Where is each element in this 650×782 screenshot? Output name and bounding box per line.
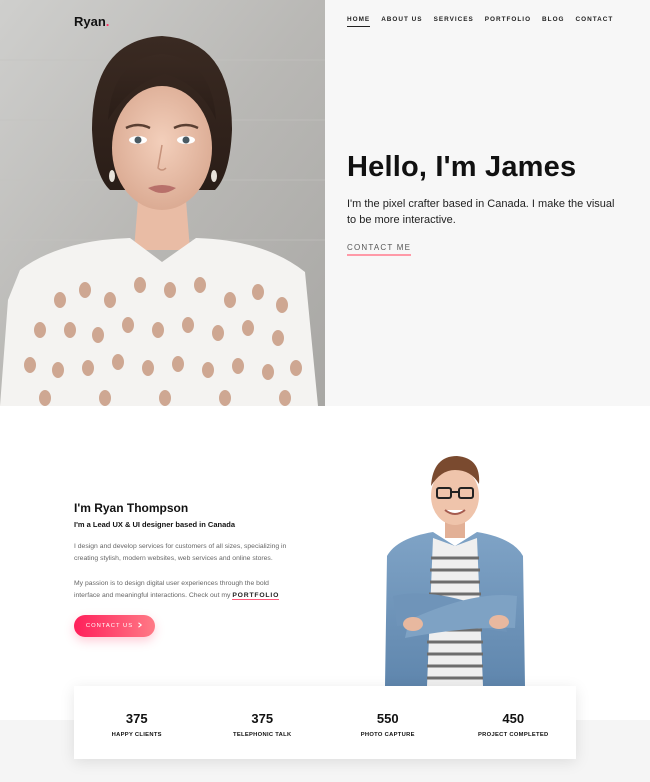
- nav-item-portfolio[interactable]: Portfolio: [485, 16, 531, 27]
- about-paragraph-1: I design and develop services for custom…: [74, 543, 287, 562]
- contact-us-button[interactable]: Contact Us: [74, 615, 155, 637]
- brand-name: Ryan: [74, 14, 106, 29]
- stats-card: 375 Happy Clients 375 Telephonic Talk 55…: [74, 686, 576, 759]
- nav-item-blog[interactable]: Blog: [542, 16, 564, 27]
- main-nav: Home About Us Services Portfolio Blog Co…: [347, 16, 613, 27]
- brand-logo[interactable]: Ryan.: [74, 14, 109, 29]
- stat-label: Photo Capture: [360, 732, 415, 738]
- chevron-right-icon: [137, 622, 143, 630]
- stat-value: 550: [376, 711, 399, 726]
- stat-value: 375: [251, 711, 274, 726]
- about-portrait-image: [375, 446, 535, 686]
- about-name: I'm Ryan Thompson: [74, 501, 189, 515]
- stat-item: 450 Project Completed: [451, 686, 577, 759]
- stat-item: 550 Photo Capture: [325, 686, 451, 759]
- stat-item: 375 Happy Clients: [74, 686, 200, 759]
- about-paragraph-2: My passion is to design digital user exp…: [74, 578, 294, 601]
- stat-value: 450: [502, 711, 525, 726]
- contact-me-link[interactable]: Contact Me: [347, 243, 412, 256]
- brand-dot: .: [105, 14, 110, 29]
- contact-us-label: Contact Us: [85, 623, 134, 629]
- stat-label: Telephonic Talk: [233, 732, 292, 738]
- stat-value: 375: [125, 711, 148, 726]
- portfolio-link[interactable]: Portfolio: [232, 591, 280, 600]
- nav-item-about-us[interactable]: About Us: [381, 16, 422, 27]
- stat-item: 375 Telephonic Talk: [200, 686, 326, 759]
- nav-item-services[interactable]: Services: [434, 16, 474, 27]
- hero-section: Ryan. Home About Us Services Portfolio B…: [0, 0, 650, 406]
- hero-subtitle: I'm the pixel crafter based in Canada. I…: [347, 198, 615, 226]
- nav-item-contact[interactable]: Contact: [576, 16, 614, 27]
- stat-label: Happy Clients: [111, 732, 162, 738]
- hero-portrait-image: [0, 0, 325, 406]
- hero-title: Hello, I'm James: [347, 151, 577, 183]
- about-role: I'm a Lead UX & UI designer based in Can…: [74, 520, 235, 529]
- stat-label: Project Completed: [478, 732, 549, 738]
- nav-item-home[interactable]: Home: [347, 16, 371, 27]
